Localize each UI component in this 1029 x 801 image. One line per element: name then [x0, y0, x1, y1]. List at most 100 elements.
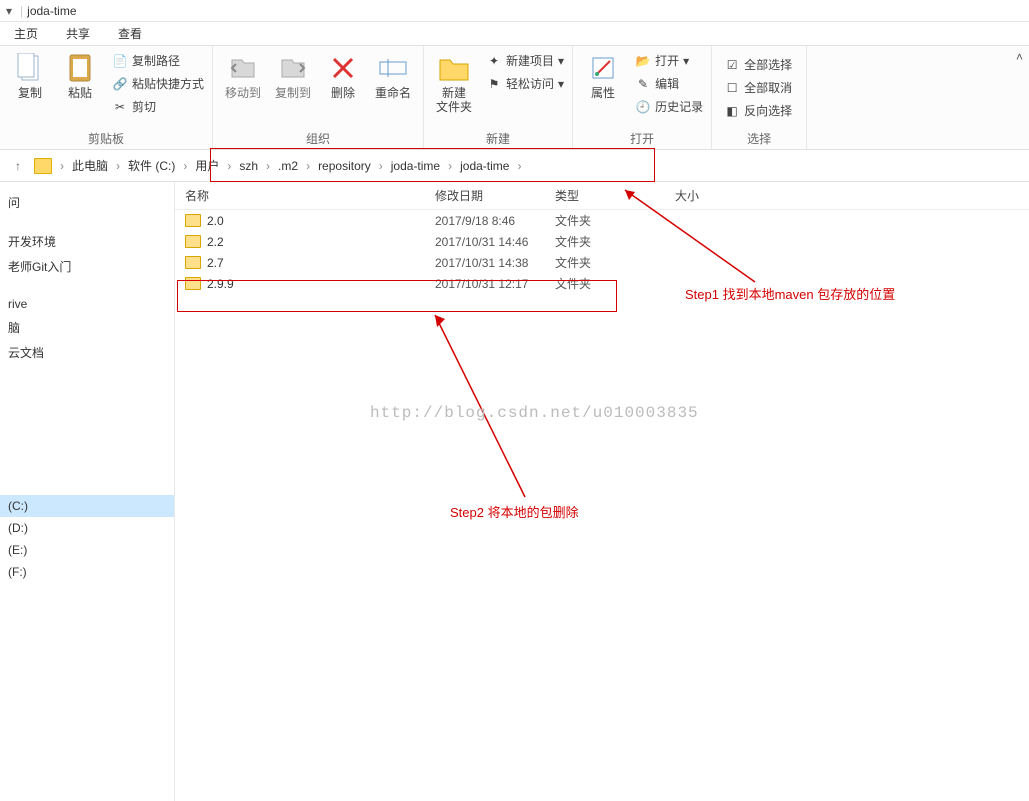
nav-up-button[interactable]: ↑ [8, 156, 28, 176]
chevron-down-icon: ▾ [558, 77, 564, 91]
chevron-right-icon[interactable]: › [304, 159, 312, 173]
delete-button[interactable]: 删除 [321, 50, 365, 100]
history-button[interactable]: 🕘历史记录 [635, 96, 703, 117]
sidebar-drive-e[interactable]: (E:) [0, 539, 174, 561]
main-area: 问 开发环境 老师Git入门 rive 脑 云文档 (C:) (D:) (E:)… [0, 182, 1029, 801]
sidebar-drive-c[interactable]: (C:) [0, 495, 174, 517]
chevron-right-icon[interactable]: › [225, 159, 233, 173]
copy-path-button[interactable]: 📄复制路径 [112, 50, 204, 71]
path-icon: 📄 [112, 53, 128, 69]
crumb[interactable]: 用户 [191, 155, 223, 176]
chevron-down-icon: ▾ [683, 54, 689, 68]
paste-button[interactable]: 粘贴 [58, 50, 102, 100]
ribbon: 复制 粘贴 📄复制路径 🔗粘贴快捷方式 ✂剪切 剪贴板 移动到 复制到 [0, 46, 1029, 150]
edit-icon: ✎ [635, 76, 651, 92]
select-none-icon: ☐ [724, 80, 740, 96]
select-none-button[interactable]: ☐全部取消 [724, 77, 792, 98]
paste-icon [64, 52, 96, 84]
chevron-down-icon: ▾ [558, 54, 564, 68]
ribbon-dropdown-icon[interactable]: ▾ [2, 4, 16, 18]
easy-access-icon: ⚑ [486, 76, 502, 92]
easy-access-button[interactable]: ⚑轻松访问▾ [486, 73, 564, 94]
delete-icon [327, 52, 359, 84]
sidebar-drive-d[interactable]: (D:) [0, 517, 174, 539]
move-to-icon [227, 52, 259, 84]
crumb[interactable]: 软件 (C:) [124, 155, 179, 176]
file-row[interactable]: 2.2 2017/10/31 14:46 文件夹 [175, 231, 1029, 252]
copy-to-icon [277, 52, 309, 84]
ribbon-tabs: 主页 共享 查看 [0, 22, 1029, 46]
file-row[interactable]: 2.7 2017/10/31 14:38 文件夹 [175, 252, 1029, 273]
invert-select-button[interactable]: ◧反向选择 [724, 100, 792, 121]
ribbon-collapse-icon[interactable]: ˄ [1016, 50, 1023, 64]
crumb[interactable]: 此电脑 [68, 155, 112, 176]
new-item-icon: ✦ [486, 53, 502, 69]
move-to-button[interactable]: 移动到 [221, 50, 265, 100]
new-folder-button[interactable]: 新建 文件夹 [432, 50, 476, 114]
chevron-right-icon[interactable]: › [515, 159, 523, 173]
sidebar-item[interactable]: 脑 [0, 315, 174, 340]
new-folder-icon [438, 52, 470, 84]
folder-icon [34, 158, 52, 174]
properties-icon [587, 52, 619, 84]
scissors-icon: ✂ [112, 99, 128, 115]
ribbon-group-open: 属性 📂打开▾ ✎编辑 🕘历史记录 打开 [573, 46, 712, 149]
nav-sidebar: 问 开发环境 老师Git入门 rive 脑 云文档 (C:) (D:) (E:)… [0, 182, 175, 801]
rename-button[interactable]: 重命名 [371, 50, 415, 100]
folder-icon [185, 214, 201, 227]
crumb[interactable]: joda-time [456, 157, 513, 175]
sidebar-item[interactable]: 云文档 [0, 340, 174, 365]
open-button[interactable]: 📂打开▾ [635, 50, 703, 71]
sidebar-item[interactable]: 老师Git入门 [0, 254, 174, 279]
col-header-name[interactable]: 名称 [175, 187, 435, 204]
edit-button[interactable]: ✎编辑 [635, 73, 703, 94]
breadcrumb: › 此电脑› 软件 (C:)› 用户› szh› .m2› repository… [58, 155, 523, 176]
crumb[interactable]: .m2 [274, 157, 302, 175]
ribbon-group-select: ☑全部选择 ☐全部取消 ◧反向选择 选择 [712, 46, 807, 149]
col-header-type[interactable]: 类型 [555, 187, 675, 204]
folder-icon [185, 277, 201, 290]
group-label-clipboard: 剪贴板 [8, 128, 204, 147]
sidebar-item[interactable]: 开发环境 [0, 229, 174, 254]
sidebar-drive-f[interactable]: (F:) [0, 561, 174, 583]
chevron-right-icon[interactable]: › [114, 159, 122, 173]
title-bar: ▾ | joda-time [0, 0, 1029, 22]
new-item-button[interactable]: ✦新建项目▾ [486, 50, 564, 71]
sidebar-item[interactable]: 问 [0, 190, 174, 215]
col-header-size[interactable]: 大小 [675, 187, 755, 204]
address-bar: ↑ › 此电脑› 软件 (C:)› 用户› szh› .m2› reposito… [0, 150, 1029, 182]
crumb[interactable]: joda-time [387, 157, 444, 175]
select-all-icon: ☑ [724, 57, 740, 73]
chevron-right-icon[interactable]: › [264, 159, 272, 173]
annotation-step2: Step2 将本地的包删除 [450, 502, 579, 521]
properties-button[interactable]: 属性 [581, 50, 625, 100]
sidebar-item[interactable]: rive [0, 293, 174, 315]
chevron-right-icon[interactable]: › [377, 159, 385, 173]
watermark: http://blog.csdn.net/u010003835 [370, 404, 699, 422]
open-icon: 📂 [635, 53, 651, 69]
file-row[interactable]: 2.9.9 2017/10/31 12:17 文件夹 [175, 273, 1029, 294]
invert-icon: ◧ [724, 103, 740, 119]
group-label-open: 打开 [581, 128, 703, 147]
chevron-right-icon[interactable]: › [58, 159, 66, 173]
tab-share[interactable]: 共享 [52, 21, 104, 46]
col-header-date[interactable]: 修改日期 [435, 187, 555, 204]
chevron-right-icon[interactable]: › [446, 159, 454, 173]
ribbon-spacer [807, 46, 1029, 149]
crumb[interactable]: repository [314, 157, 375, 175]
copy-to-button[interactable]: 复制到 [271, 50, 315, 100]
group-label-new: 新建 [432, 128, 564, 147]
paste-shortcut-button[interactable]: 🔗粘贴快捷方式 [112, 73, 204, 94]
ribbon-group-new: 新建 文件夹 ✦新建项目▾ ⚑轻松访问▾ 新建 [424, 46, 573, 149]
annotation-arrow-2 [425, 307, 545, 507]
group-label-organize: 组织 [221, 128, 415, 147]
copy-button[interactable]: 复制 [8, 50, 52, 100]
cut-button[interactable]: ✂剪切 [112, 96, 204, 117]
file-row[interactable]: 2.0 2017/9/18 8:46 文件夹 [175, 210, 1029, 231]
tab-home[interactable]: 主页 [0, 21, 52, 46]
tab-view[interactable]: 查看 [104, 21, 156, 46]
crumb[interactable]: szh [235, 157, 262, 175]
history-icon: 🕘 [635, 99, 651, 115]
chevron-right-icon[interactable]: › [181, 159, 189, 173]
select-all-button[interactable]: ☑全部选择 [724, 54, 792, 75]
